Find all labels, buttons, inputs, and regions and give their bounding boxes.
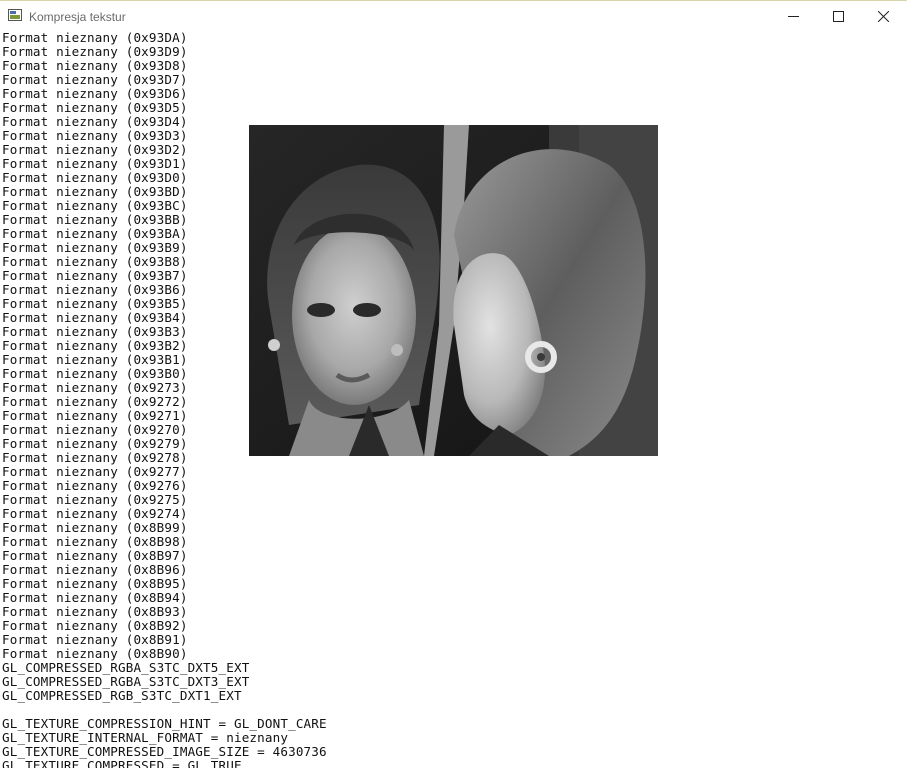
console-line: Format nieznany (0x93D6) [2, 86, 188, 101]
app-window: Kompresja tekstur Format nieznany (0x93D… [0, 0, 907, 768]
console-line: GL_COMPRESSED_RGB_S3TC_DXT1_EXT [2, 688, 242, 703]
console-line: Format nieznany (0x9276) [2, 478, 188, 493]
console-line: Format nieznany (0x8B92) [2, 618, 188, 633]
console-line: Format nieznany (0x9277) [2, 464, 188, 479]
console-line: Format nieznany (0x8B94) [2, 590, 188, 605]
console-line: GL_TEXTURE_COMPRESSED = GL_TRUE [2, 758, 242, 768]
console-line: Format nieznany (0x9275) [2, 492, 188, 507]
console-line: Format nieznany (0x8B96) [2, 562, 188, 577]
console-line: Format nieznany (0x8B93) [2, 604, 188, 619]
console-line: GL_TEXTURE_COMPRESSION_HINT = GL_DONT_CA… [2, 716, 327, 731]
grayscale-texture-image [249, 125, 658, 456]
console-line: GL_COMPRESSED_RGBA_S3TC_DXT3_EXT [2, 674, 250, 689]
console-line: GL_TEXTURE_INTERNAL_FORMAT = nieznany [2, 730, 289, 745]
console-line: Format nieznany (0x8B98) [2, 534, 188, 549]
console-line: Format nieznany (0x93DA) [2, 31, 188, 45]
close-icon [878, 11, 889, 22]
maximize-icon [833, 11, 844, 22]
console-line: Format nieznany (0x8B91) [2, 632, 188, 647]
console-line: Format nieznany (0x93D9) [2, 44, 188, 59]
console-line: Format nieznany (0x93D8) [2, 58, 188, 73]
maximize-button[interactable] [816, 1, 861, 31]
console-line: GL_TEXTURE_COMPRESSED_IMAGE_SIZE = 46307… [2, 744, 327, 759]
console-line: Format nieznany (0x9274) [2, 506, 188, 521]
console-line: Format nieznany (0x8B95) [2, 576, 188, 591]
close-button[interactable] [861, 1, 906, 31]
minimize-button[interactable] [771, 1, 816, 31]
console-line: GL_COMPRESSED_RGBA_S3TC_DXT5_EXT [2, 660, 250, 675]
console-line: Format nieznany (0x93D5) [2, 100, 188, 115]
texture-preview-image [249, 125, 658, 456]
minimize-icon [788, 16, 799, 17]
console-line: Format nieznany (0x8B97) [2, 548, 188, 563]
title-bar[interactable]: Kompresja tekstur [0, 1, 907, 31]
console-line: Format nieznany (0x93D7) [2, 72, 188, 87]
window-app-icon[interactable] [8, 9, 22, 21]
window-title: Kompresja tekstur [29, 10, 126, 24]
console-line: Format nieznany (0x8B99) [2, 520, 188, 535]
console-line: Format nieznany (0x8B90) [2, 646, 188, 661]
